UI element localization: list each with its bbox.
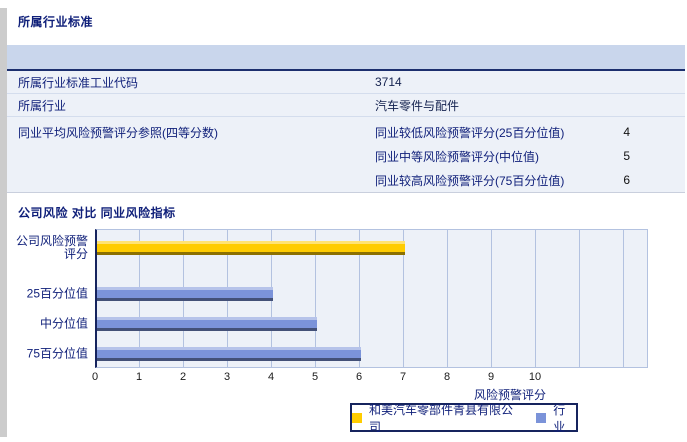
x-axis-tick: 5 [311, 371, 319, 383]
industry-score-bar [97, 347, 361, 361]
table-header-band [7, 45, 685, 71]
industry-standard-table: 所属行业标准工业代码 3714 所属行业 汽车零件与配件 同业平均风险预警评分参… [7, 45, 685, 193]
table-row-quartiles: 同业平均风险预警评分参照(四等分数) 同业较低风险预警评分(25百分位值) 4 … [7, 117, 685, 193]
x-axis-tick: 3 [223, 371, 231, 383]
chart-x-axis-ticks: 0 1 2 3 4 5 6 7 8 9 10 [91, 371, 648, 385]
row-value-sic-code: 3714 [375, 75, 402, 89]
gridline [579, 230, 580, 367]
y-axis-label: 75百分位值 [26, 346, 88, 361]
left-margin-strip [0, 8, 7, 437]
quartile-row-median: 同业中等风险预警评分(中位值) 5 [375, 144, 630, 168]
x-axis-tick: 9 [487, 371, 495, 383]
table-row: 所属行业标准工业代码 3714 [7, 71, 685, 94]
industry-series-label: 行业 [553, 402, 566, 434]
plot-area [95, 229, 648, 368]
quartile-label-25th: 同业较低风险预警评分(25百分位值) [375, 125, 565, 140]
company-series-swatch [352, 412, 362, 423]
report-page: 所属行业标准 所属行业标准工业代码 3714 所属行业 汽车零件与配件 同业平均… [0, 0, 687, 442]
comparison-section-title: 公司风险 对比 同业风险指标 [18, 206, 176, 220]
row-label-sic-code: 所属行业标准工业代码 [18, 75, 139, 90]
x-axis-tick: 6 [355, 371, 363, 383]
quartile-rows: 同业较低风险预警评分(25百分位值) 4 同业中等风险预警评分(中位值) 5 同… [375, 120, 630, 192]
gridline [491, 230, 492, 367]
quartile-row-75th: 同业较高风险预警评分(75百分位值) 6 [375, 168, 630, 192]
industry-score-bar [97, 317, 317, 331]
quartile-row-25th: 同业较低风险预警评分(25百分位值) 4 [375, 120, 630, 144]
x-axis-tick: 10 [528, 371, 542, 383]
y-axis-label: 中分位值 [39, 316, 88, 331]
row-label-industry: 所属行业 [18, 98, 67, 113]
quartile-value-75th: 6 [623, 173, 630, 187]
y-axis-label: 公司风险预警 评分 [15, 234, 88, 261]
chart-legend: 和美汽车零部件青县有限公司 行业 [350, 402, 578, 434]
x-axis-tick: 8 [443, 371, 451, 383]
gridline [535, 230, 536, 367]
industry-series-swatch [536, 412, 547, 423]
row-value-industry: 汽车零件与配件 [375, 98, 460, 113]
gridline [447, 230, 448, 367]
company-series-label: 和美汽车零部件青县有限公司 [369, 402, 514, 434]
chart-y-axis-labels: 公司风险预警 评分 25百分位值中分位值 75百分位值 [0, 230, 88, 367]
x-axis-tick: 0 [91, 371, 99, 383]
quartile-label-75th: 同业较高风险预警评分(75百分位值) [375, 173, 565, 188]
quartile-value-25th: 4 [623, 125, 630, 139]
industry-score-bar [97, 287, 273, 301]
quartile-value-median: 5 [623, 149, 630, 163]
gridline [623, 230, 624, 367]
company-score-bar [97, 241, 405, 255]
quartile-label-median: 同业中等风险预警评分(中位值) [375, 149, 539, 164]
x-axis-tick: 7 [399, 371, 407, 383]
industry-section-title: 所属行业标准 [18, 15, 94, 29]
x-axis-tick: 2 [179, 371, 187, 383]
table-row: 所属行业 汽车零件与配件 [7, 94, 685, 117]
x-axis-tick: 4 [267, 371, 275, 383]
y-axis-label: 25百分位值 [26, 286, 88, 301]
row-label-quartile-reference: 同业平均风险预警评分参照(四等分数) [18, 126, 218, 140]
x-axis-tick: 1 [135, 371, 143, 383]
